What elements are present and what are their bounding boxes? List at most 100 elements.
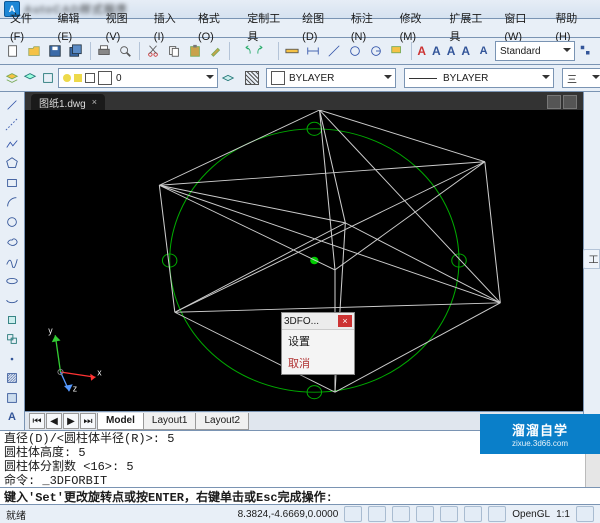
separator: [229, 42, 230, 60]
layer-state-button[interactable]: [22, 67, 38, 89]
measure-button[interactable]: [283, 40, 302, 62]
redo-button[interactable]: [255, 40, 274, 62]
undo-button[interactable]: [234, 40, 253, 62]
separator: [278, 42, 279, 60]
point-tool-button[interactable]: [2, 350, 22, 368]
text-style-button[interactable]: A: [474, 40, 493, 62]
open-file-button[interactable]: [25, 40, 44, 62]
separator: [90, 42, 91, 60]
otrack-toggle[interactable]: [464, 506, 482, 522]
layer-iso-button[interactable]: [220, 67, 236, 89]
close-tab-icon[interactable]: ×: [92, 97, 97, 107]
drawing-tab[interactable]: 图纸1.dwg ×: [31, 94, 105, 110]
draw-toolbar: A: [0, 92, 25, 430]
layer-color-icon: [98, 71, 112, 85]
toolbar-standard: A A A A A Standard: [0, 38, 600, 65]
color-swatch-icon: [245, 71, 259, 85]
color-combo[interactable]: BYLAYER: [266, 68, 396, 88]
save-button[interactable]: [46, 40, 65, 62]
context-menu: 3DFO... × 设置 取消: [281, 312, 355, 375]
text-a-icon[interactable]: A: [430, 44, 443, 58]
color-picker-button[interactable]: [244, 67, 264, 89]
save-all-button[interactable]: [67, 40, 86, 62]
lineweight-value: 三: [567, 71, 577, 86]
polar-toggle[interactable]: [416, 506, 434, 522]
main-area: A 图纸1.dwg ×: [0, 92, 600, 430]
status-extra-button[interactable]: [576, 506, 594, 522]
text-a-icon[interactable]: A: [459, 44, 472, 58]
copy-button[interactable]: [164, 40, 183, 62]
spline-tool-button[interactable]: [2, 252, 22, 270]
label-button[interactable]: [388, 40, 407, 62]
ellipse-arc-button[interactable]: [2, 291, 22, 309]
drawing-tab-strip: 图纸1.dwg ×: [25, 92, 583, 110]
match-prop-button[interactable]: [206, 40, 225, 62]
dim-2-button[interactable]: [325, 40, 344, 62]
menu-bar: 文件(F) 编辑(E) 视图(V) 插入(I) 格式(O) 定制工具 绘图(D)…: [0, 19, 600, 38]
context-menu-item-settings[interactable]: 设置: [282, 330, 354, 352]
dim-3-button[interactable]: [346, 40, 365, 62]
context-menu-title-label: 3DFO...: [284, 316, 319, 327]
linetype-value: BYLAYER: [443, 73, 488, 84]
command-prompt[interactable]: 键入'Set'更改旋转点或按ENTER，右键单击或Esc完成操作:: [0, 488, 600, 505]
right-panel-tab-tools[interactable]: 工: [583, 249, 600, 269]
lwt-toggle[interactable]: [488, 506, 506, 522]
tab-layout1[interactable]: Layout1: [143, 413, 197, 430]
layer-combo[interactable]: 0: [58, 68, 218, 88]
toolbar-layers: 0 BYLAYER BYLAYER 三: [0, 65, 600, 92]
layer-lock-icon: [85, 73, 95, 83]
linetype-combo[interactable]: BYLAYER: [404, 68, 554, 88]
tab-nav-next-icon[interactable]: ▶: [63, 413, 79, 429]
dim-4-button[interactable]: [367, 40, 386, 62]
lineweight-combo[interactable]: 三: [562, 68, 600, 88]
text-a-icon[interactable]: A: [415, 44, 428, 58]
color-swatch-icon: [271, 71, 285, 85]
print-preview-button[interactable]: [116, 40, 135, 62]
right-panel: 工 修改(0) 图层 图案 三维动态观察 线 绘图修改: [583, 92, 600, 430]
tab-nav-last-icon[interactable]: ⏭: [80, 413, 96, 429]
layer-on-icon: [63, 74, 71, 82]
osnap-toggle[interactable]: [440, 506, 458, 522]
tab-layout2[interactable]: Layout2: [195, 413, 249, 430]
tab-model[interactable]: Model: [97, 413, 144, 430]
polyline-tool-button[interactable]: [2, 135, 22, 153]
status-ready-label: 就绪: [6, 507, 26, 522]
watermark: 溜溜自学 zixue.3d66.com: [480, 414, 600, 454]
viewport[interactable]: x y z 3DFO... × 设置 取消: [25, 110, 583, 411]
text-style-combo[interactable]: Standard: [495, 41, 575, 61]
print-button[interactable]: [95, 40, 114, 62]
context-menu-title: 3DFO... ×: [282, 313, 354, 330]
text-tool-button[interactable]: A: [2, 409, 22, 427]
arc-tool-button[interactable]: [2, 194, 22, 212]
circle-tool-button[interactable]: [2, 213, 22, 231]
context-menu-item-cancel[interactable]: 取消: [282, 352, 354, 374]
drawing-tab-label: 图纸1.dwg: [39, 95, 86, 110]
revcloud-tool-button[interactable]: [2, 233, 22, 251]
tab-nav-prev-icon[interactable]: ◀: [46, 413, 62, 429]
ortho-toggle[interactable]: [392, 506, 410, 522]
hatch-tool-button[interactable]: [2, 369, 22, 387]
grid-toggle[interactable]: [368, 506, 386, 522]
layer-freeze-icon: [74, 74, 82, 82]
new-file-button[interactable]: [4, 40, 23, 62]
layer-props-button[interactable]: [4, 67, 20, 89]
text-a-icon[interactable]: A: [445, 44, 458, 58]
paste-button[interactable]: [185, 40, 204, 62]
layer-filter-button[interactable]: [40, 67, 56, 89]
text-misc-button[interactable]: [577, 40, 596, 62]
polygon-tool-button[interactable]: [2, 155, 22, 173]
tab-nav-first-icon[interactable]: ⏮: [29, 413, 45, 429]
insert-block-button[interactable]: [2, 311, 22, 329]
ellipse-tool-button[interactable]: [2, 272, 22, 290]
rectangle-tool-button[interactable]: [2, 174, 22, 192]
separator: [139, 42, 140, 60]
make-block-button[interactable]: [2, 330, 22, 348]
cut-button[interactable]: [143, 40, 162, 62]
region-tool-button[interactable]: [2, 389, 22, 407]
construction-line-button[interactable]: [2, 116, 22, 134]
line-tool-button[interactable]: [2, 96, 22, 114]
snap-toggle[interactable]: [344, 506, 362, 522]
dim-1-button[interactable]: [304, 40, 323, 62]
close-icon[interactable]: ×: [338, 315, 352, 327]
command-line: 命令: _3DFORBIT: [4, 474, 596, 488]
